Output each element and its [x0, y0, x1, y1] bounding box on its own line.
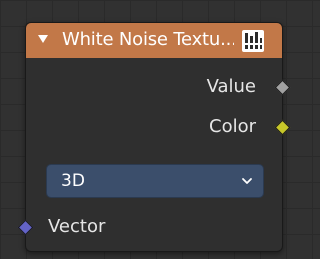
output-color-socket[interactable] [274, 119, 291, 136]
chevron-down-icon [242, 178, 252, 184]
output-value-socket[interactable] [274, 79, 291, 96]
node-wrangler-icon[interactable] [241, 29, 265, 53]
output-value-label: Value [206, 76, 256, 97]
triangle-down-icon[interactable] [36, 32, 50, 46]
white-noise-texture-node[interactable]: White Noise Textu... Value Color 3D Vect… [17, 22, 291, 252]
dimensions-value: 3D [61, 171, 85, 191]
output-color-label: Color [209, 116, 256, 137]
input-vector-socket[interactable] [17, 219, 34, 236]
input-vector-label: Vector [48, 216, 106, 237]
node-title: White Noise Textu... [62, 30, 234, 50]
dimensions-dropdown[interactable]: 3D [46, 164, 264, 198]
node-header[interactable]: White Noise Textu... [26, 23, 282, 58]
